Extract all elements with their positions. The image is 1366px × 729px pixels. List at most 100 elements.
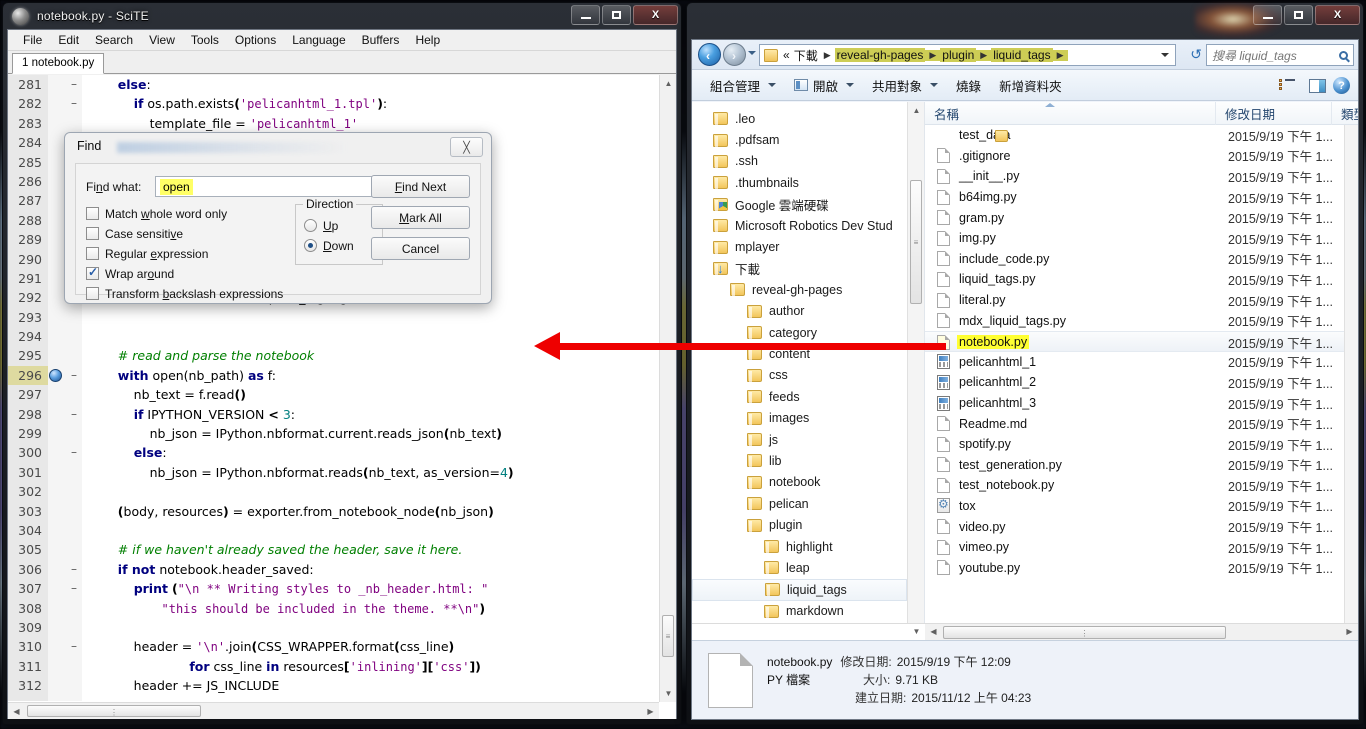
file-name-cell[interactable]: youtube.py [937,557,1022,578]
file-name-cell[interactable]: test_generation.py [937,455,1064,476]
code-line[interactable]: 283 template_file = 'pelicanhtml_1' [8,113,658,134]
tree-item-thumbnails[interactable]: .thumbnails [692,172,907,193]
close-button[interactable]: X [1315,5,1360,25]
file-name-cell[interactable]: tox [937,496,978,517]
fold-toggle-icon[interactable]: – [66,94,82,114]
editor-vertical-scrollbar[interactable]: ▲ ≡ ▼ [659,75,676,702]
tree-item-liquid_tags[interactable]: liquid_tags [692,578,907,601]
chevron-down-icon[interactable] [930,83,939,87]
fold-toggle-icon[interactable]: – [66,404,82,425]
scite-titlebar[interactable]: notebook.py - SciTE X [3,3,681,29]
code-line[interactable]: 312 header += JS_INCLUDE [8,676,658,696]
breadcrumb-item-1[interactable]: reveal-gh-pages [834,48,926,62]
menu-view[interactable]: View [141,31,183,49]
file-name-cell[interactable]: test_data [937,125,1012,146]
fold-toggle-icon[interactable]: – [66,365,82,386]
tree-item-MicrosoftRoboticsDevStud[interactable]: Microsoft Robotics Dev Stud [692,215,907,236]
code-line[interactable]: 306– if not notebook.header_saved: [8,559,658,580]
menu-edit[interactable]: Edit [50,31,87,49]
menu-options[interactable]: Options [227,31,284,49]
file-name-cell[interactable]: literal.py [937,290,1008,311]
tree-item-[interactable]: 下載 [692,258,907,279]
code-line[interactable]: 305 # if we haven't already saved the he… [8,540,658,560]
horizontal-scroll-track[interactable]: ◀ ⋮ ▶ [925,623,1358,641]
scroll-up-arrow[interactable]: ▲ [908,102,924,119]
column-header-type[interactable]: 類型 [1332,102,1358,125]
checkbox-case-sensitive[interactable]: Case sensitive [86,227,183,241]
chevron-down-icon[interactable] [846,83,855,87]
table-row[interactable]: mdx_liquid_tags.py2015/9/19 下午 1...PY 檔案 [925,310,1358,331]
menu-buffers[interactable]: Buffers [354,31,408,49]
table-row[interactable]: test_data2015/9/19 下午 1...檔案資 [925,125,1358,146]
search-box[interactable]: 搜尋 liquid_tags [1206,44,1354,66]
table-row[interactable]: Readme.md2015/9/19 下午 1...MD 檔 [925,413,1358,434]
code-line[interactable]: 299 nb_json = IPython.nbformat.current.r… [8,424,658,444]
cmd-organize[interactable]: 組合管理 [702,72,784,99]
scroll-right-arrow[interactable]: ▶ [1341,624,1358,641]
minimize-button[interactable] [571,5,600,25]
radio-button[interactable] [304,239,317,252]
table-row[interactable]: test_generation.py2015/9/19 下午 1...PY 檔案 [925,455,1358,476]
fold-toggle-icon[interactable]: – [66,75,82,95]
tree-item-markdown[interactable]: markdown [692,601,907,622]
search-icon[interactable] [1339,50,1348,60]
file-list-pane[interactable]: 名稱 修改日期 類型 test_data2015/9/19 下午 1...檔案資… [925,102,1358,640]
code-line[interactable]: 281– else: [8,75,658,95]
fold-toggle-icon[interactable]: – [66,579,82,599]
file-name-cell[interactable]: include_code.py [937,249,1051,270]
find-next-button[interactable]: Find Next [371,175,470,198]
tab-notebook-py[interactable]: 1 notebook.py [12,53,105,74]
find-dialog[interactable]: Find ╳ Find what: open Match whole word … [64,132,492,304]
explorer-titlebar[interactable]: X [687,3,1363,39]
tree-item-highlight[interactable]: highlight [692,536,907,557]
menu-file[interactable]: File [15,31,50,49]
scroll-up-arrow[interactable]: ▲ [660,75,676,92]
checkbox-regular-expression[interactable]: Regular expression [86,247,208,261]
table-row[interactable]: notebook.py2015/9/19 下午 1...PY 檔案 [925,330,1358,352]
forward-button[interactable]: › [723,43,746,66]
code-line[interactable]: 282– if os.path.exists('pelicanhtml_1.tp… [8,94,658,114]
table-row[interactable]: liquid_tags.py2015/9/19 下午 1...PY 檔案 [925,269,1358,290]
tree-item-leap[interactable]: leap [692,557,907,578]
checkbox-box[interactable] [86,265,99,280]
radio-down[interactable]: Down [304,239,354,253]
checkbox-box[interactable] [86,207,99,220]
code-line[interactable]: 303 (body, resources) = exporter.from_no… [8,501,658,521]
table-row[interactable]: .gitignore2015/9/19 下午 1...GITIGN [925,146,1358,167]
menu-language[interactable]: Language [284,31,353,49]
menu-help[interactable]: Help [407,31,448,49]
tree-item-author[interactable]: author [692,301,907,322]
code-line[interactable]: 298– if IPYTHON_VERSION < 3: [8,404,658,425]
menu-search[interactable]: Search [87,31,141,49]
code-line[interactable]: 296– with open(nb_path) as f: [8,365,658,386]
file-list-horizontal-scrollbar-row[interactable]: ▼ ◀ ⋮ ▶ [692,623,1358,641]
back-button[interactable]: ‹ [698,43,721,66]
table-row[interactable]: img.py2015/9/19 下午 1...PY 檔案 [925,228,1358,249]
column-header-date[interactable]: 修改日期 [1216,102,1332,125]
address-dropdown-icon[interactable] [1161,53,1169,57]
tree-vertical-scrollbar[interactable]: ▲ ≡ ▼ [907,102,924,640]
tree-item-mplayer[interactable]: mplayer [692,236,907,257]
refresh-icon[interactable]: ↺ [1190,46,1202,63]
tree-item-ssh[interactable]: .ssh [692,151,907,172]
explorer-window-buttons[interactable]: X [1253,5,1360,25]
table-row[interactable]: gram.py2015/9/19 下午 1...PY 檔案 [925,207,1358,228]
change-view-icon[interactable] [1279,79,1295,92]
table-row[interactable]: video.py2015/9/19 下午 1...PY 檔案 [925,516,1358,537]
vertical-scroll-thumb[interactable]: ≡ [662,615,674,657]
table-row[interactable]: pelicanhtml_32015/9/19 下午 1...TPL 檔 [925,393,1358,414]
code-line[interactable]: 313 [8,695,658,701]
address-bar[interactable]: « 下載 ▶ reveal-gh-pages ▶ plugin ▶ liquid… [759,44,1176,66]
preview-pane-icon[interactable] [1309,78,1326,93]
cmd-burn[interactable]: 燒錄 [948,72,989,99]
table-row[interactable]: spotify.py2015/9/19 下午 1...PY 檔案 [925,434,1358,455]
fold-toggle-icon[interactable]: – [66,637,82,657]
table-row[interactable]: vimeo.py2015/9/19 下午 1...PY 檔案 [925,537,1358,558]
breadcrumb-chevron-icon[interactable]: ▶ [925,49,941,61]
file-name-cell[interactable]: pelicanhtml_3 [937,393,1038,414]
cmd-new-folder[interactable]: 新增資料夾 [991,72,1070,99]
file-name-cell[interactable]: Readme.md [937,413,1029,434]
table-row[interactable]: pelicanhtml_12015/9/19 下午 1...TPL 檔 [925,352,1358,373]
tree-item-leo[interactable]: .leo [692,108,907,129]
breadcrumb-item-3[interactable]: liquid_tags [991,48,1053,62]
